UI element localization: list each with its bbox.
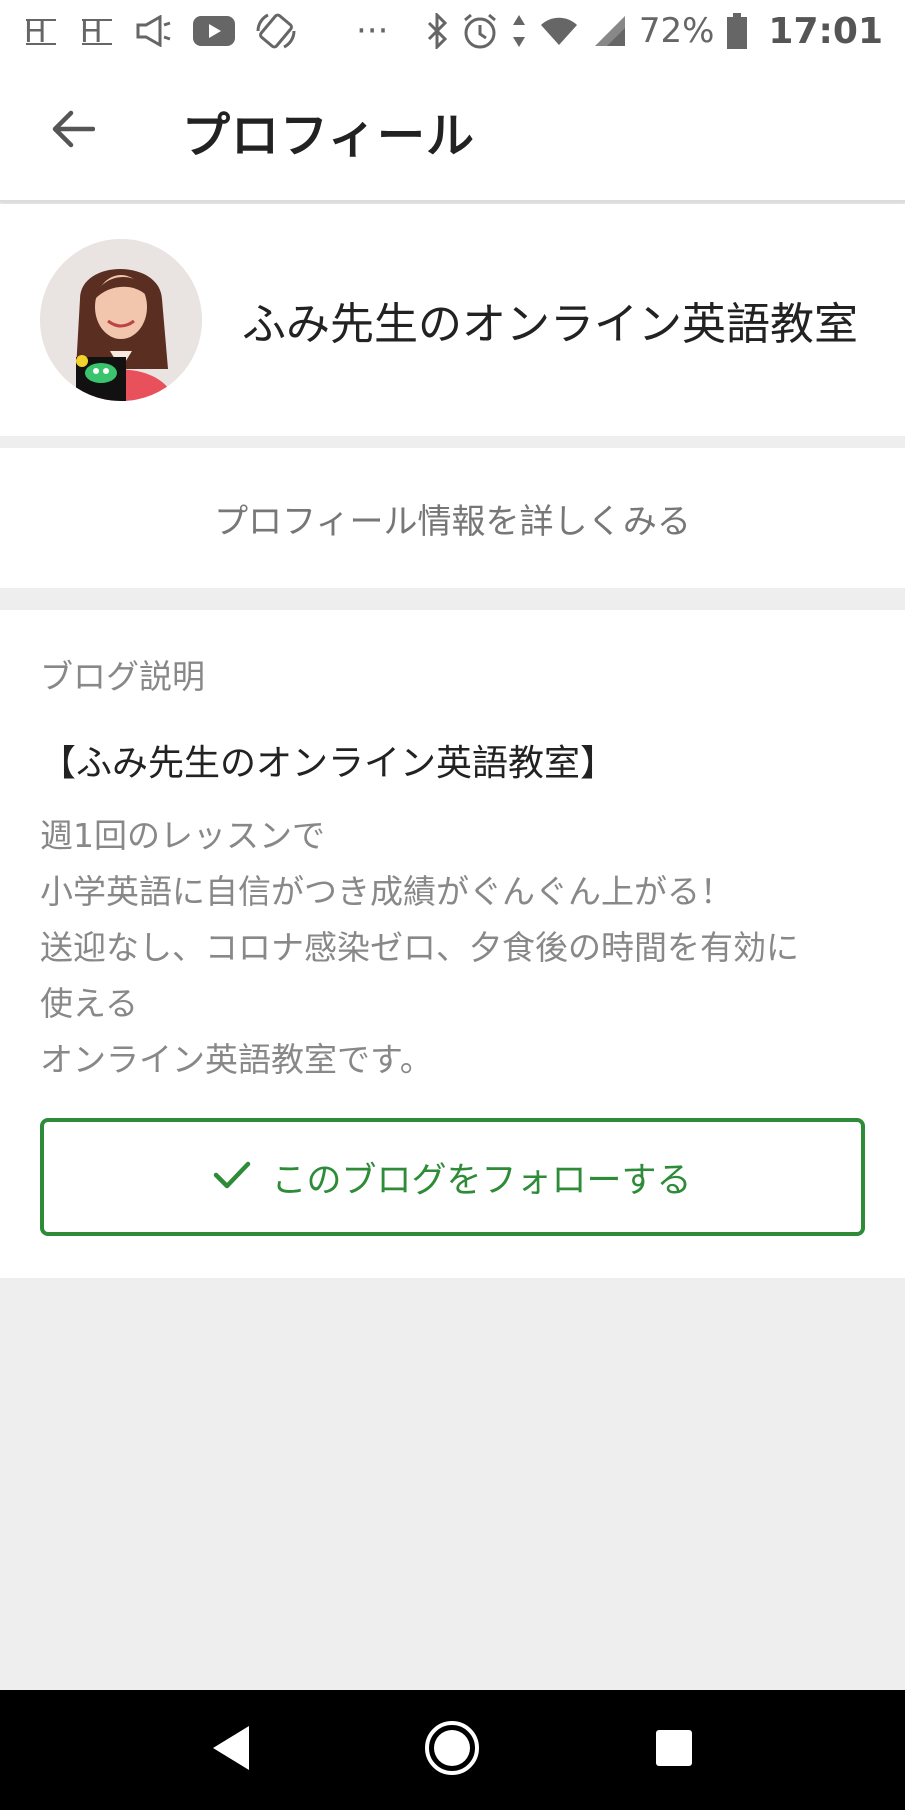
home-circle-icon [423,1719,481,1781]
blog-name: ふみ先生のオンライン英語教室 [242,299,858,350]
description-line: 送迎なし、コロナ感染ゼロ、夕食後の時間を有効に [40,928,799,967]
hs-notification-icon: H [22,11,60,51]
description-heading: ブログ説明 [40,657,205,696]
alarm-icon [461,11,499,51]
system-nav-bar [0,1690,905,1810]
description-line: 使える [40,984,139,1023]
status-right-icons: 72% 17:01 [425,11,883,52]
youtube-icon [192,11,236,51]
description-title: 【ふみ先生のオンライン英語教室】 [40,743,617,784]
description-line: オンライン英語教室です。 [40,1040,433,1079]
app-bar: プロフィール [0,62,905,202]
blog-description-section: ブログ説明 【ふみ先生のオンライン英語教室】 週1回のレッスンで 小学英語に自信… [0,610,905,1278]
status-bar: H H ··· 72% 17:01 [0,0,905,62]
megaphone-icon [134,11,174,51]
nav-home-button[interactable] [407,1705,497,1795]
view-profile-details-link[interactable]: プロフィール情報を詳しくみる [0,448,905,588]
back-triangle-icon [209,1723,253,1777]
profile-card[interactable]: ふみ先生のオンライン英語教室 [0,204,905,440]
hs-notification-icon: H [78,11,116,51]
follow-blog-label: このブログをフォローする [271,1160,692,1201]
follow-blog-button[interactable]: このブログをフォローする [40,1118,865,1236]
nav-back-button[interactable] [186,1705,276,1795]
description-line: 小学英語に自信がつき成績がぐんぐん上がる！ [40,872,733,911]
data-arrows-icon [511,11,527,51]
nav-recents-button[interactable] [629,1705,719,1795]
status-time: 17:01 [768,10,883,52]
arrow-left-icon [49,109,96,153]
status-ellipsis: ··· [356,11,389,51]
battery-icon [726,11,748,51]
description-line: 週1回のレッスンで [40,816,325,855]
description-body: 週1回のレッスンで 小学英語に自信がつき成績がぐんぐん上がる！ 送迎なし、コロナ… [40,808,870,1088]
recents-square-icon [654,1728,694,1772]
back-button[interactable] [22,81,122,181]
battery-percent: 72% [638,11,715,51]
rotate-icon [254,11,298,51]
page-title: プロフィール [182,108,476,164]
avatar[interactable] [40,239,202,401]
signal-icon [591,11,627,51]
view-profile-details-label: プロフィール情報を詳しくみる [214,501,691,542]
checkmark-icon [213,1160,251,1194]
status-left-icons: H H ··· [22,11,388,51]
wifi-icon [539,11,579,51]
bluetooth-icon [425,11,449,51]
